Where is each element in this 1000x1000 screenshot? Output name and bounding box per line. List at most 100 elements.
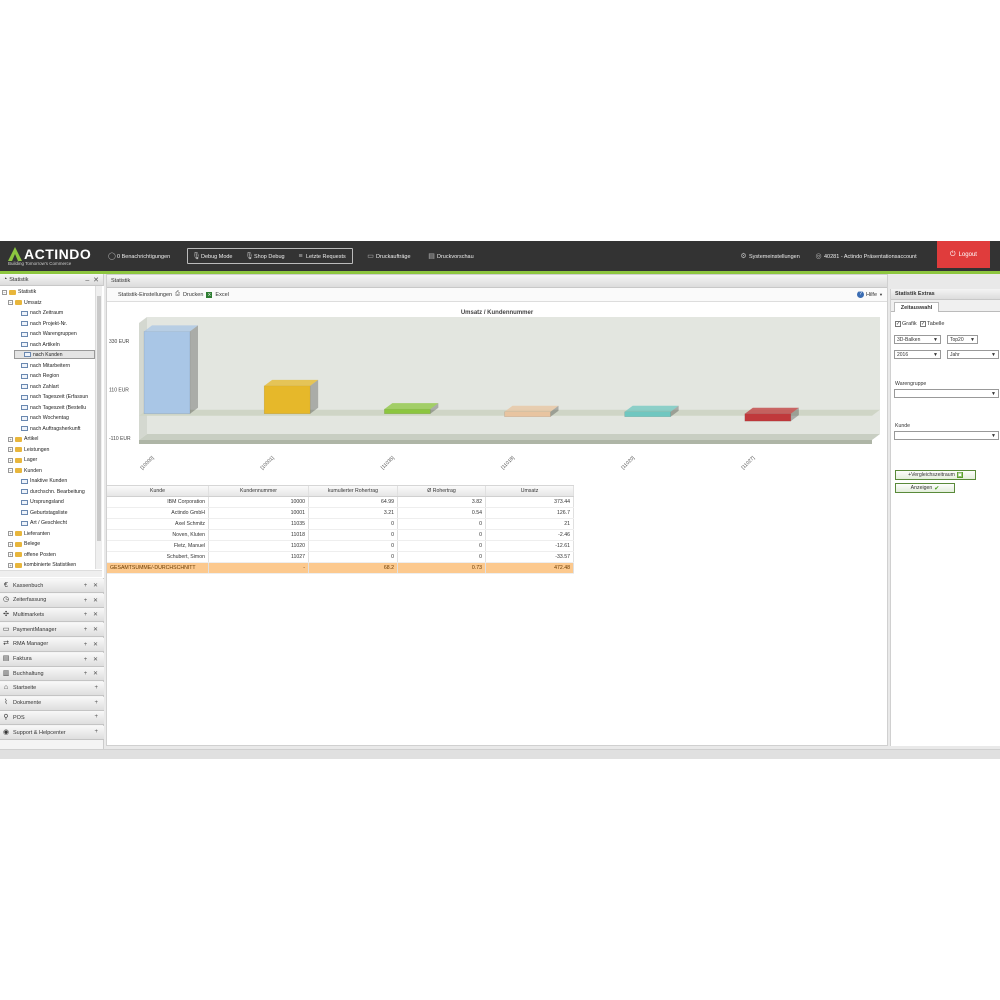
tree-item[interactable]: nach Warengruppen <box>14 329 95 339</box>
tree-item[interactable]: + Belege <box>8 539 95 549</box>
top-n-select[interactable]: Top20 ▼ <box>947 335 978 344</box>
print-preview-button[interactable]: ▤ Druckvorschau <box>428 251 474 262</box>
tab-zeitauswahl[interactable]: Zeitauswahl <box>894 302 939 312</box>
tree-item[interactable]: Art / Geschlecht <box>14 518 95 528</box>
accordion-item-controls[interactable]: + ✕ <box>84 641 100 648</box>
collapse-icon[interactable]: − <box>8 468 13 473</box>
tree-horizontal-scrollbar[interactable] <box>0 570 102 577</box>
statistics-settings-button[interactable]: Statistik-Einstellungen <box>118 292 172 298</box>
accordion-item-controls[interactable]: + ✕ <box>84 597 100 604</box>
tree-item[interactable]: nach Auftragsherkunft <box>14 424 95 434</box>
tree-item[interactable]: Ursprungsland <box>14 497 95 507</box>
table-row[interactable]: Fletz, Manuel 11020 0 0 -12.61 <box>107 541 574 552</box>
folder-icon <box>15 541 22 547</box>
tree-item[interactable]: + kombinierte Statistiken <box>8 560 95 570</box>
expand-icon[interactable]: + <box>8 552 13 557</box>
logout-button[interactable]: ⏻ Logout <box>937 241 990 268</box>
accordion-item[interactable]: € Kassenbuch + ✕ <box>0 579 104 593</box>
tree-item[interactable]: + offene Posten <box>8 550 95 560</box>
tabelle-checkbox[interactable]: ✓ Tabelle <box>920 321 944 327</box>
debug-mode-button[interactable]: 🎙 Debug Mode <box>192 251 233 262</box>
accordion-item-controls[interactable]: + <box>94 685 100 691</box>
tree-item[interactable]: Inaktive Kunden <box>14 476 95 486</box>
tree-item[interactable]: + Lager <box>8 455 95 465</box>
print-jobs-button[interactable]: ▭ Druckaufträge <box>367 251 410 262</box>
accordion-item-controls[interactable]: + ✕ <box>84 656 100 663</box>
accordion-item-controls[interactable]: + ✕ <box>84 670 100 677</box>
expand-icon[interactable]: + <box>8 541 13 547</box>
print-button[interactable]: Drucken <box>183 292 203 298</box>
compare-period-button[interactable]: +Vergleichszeitraum ▣ <box>895 470 976 480</box>
accordion-item[interactable]: ✣ Multimarkets + ✕ <box>0 608 104 623</box>
tree-item[interactable]: nach Mitarbeitern <box>14 361 95 371</box>
accordion-item[interactable]: ▭ PaymentManager + ✕ <box>0 623 104 638</box>
tree-item[interactable]: nach Wochentag <box>14 413 95 423</box>
tree-vertical-scrollbar[interactable] <box>95 286 102 569</box>
column-header[interactable]: Kunde <box>107 486 209 496</box>
kunde-select[interactable]: ▼ <box>894 431 999 440</box>
accordion-item[interactable]: ⌂ Startseite + <box>0 681 104 696</box>
warengruppe-select[interactable]: ▼ <box>894 389 999 398</box>
tree-item[interactable]: nach Artikeln <box>14 340 95 350</box>
expand-icon[interactable]: + <box>8 436 13 442</box>
grafik-checkbox[interactable]: ✓ Grafik <box>895 321 917 327</box>
tree-item[interactable]: + Artikel <box>8 434 95 444</box>
show-button[interactable]: Anzeigen ✔ <box>895 483 955 493</box>
shop-debug-button[interactable]: 🎙 Shop Debug <box>245 251 285 262</box>
column-header[interactable]: Kundennummer <box>209 486 309 496</box>
tree-item[interactable]: Geburtstagsliste <box>14 508 95 518</box>
scrollbar-thumb[interactable] <box>97 296 101 541</box>
tree-item[interactable]: nach Projekt-Nr. <box>14 319 95 329</box>
expand-icon[interactable]: + <box>8 562 13 568</box>
accordion-item-controls[interactable]: + <box>94 700 100 706</box>
year-select[interactable]: 2016 ▼ <box>894 350 941 359</box>
table-row[interactable]: Actindo GmbH 10001 3.21 0.54 126.7 <box>107 508 574 519</box>
expand-icon[interactable]: + <box>8 447 13 452</box>
accordion-item[interactable]: ⚲ POS + <box>0 711 104 726</box>
table-row[interactable]: IBM Corporation 10000 64.99 3.82 373.44 <box>107 497 574 508</box>
system-settings-button[interactable]: ⚙ Systemeinstellungen <box>740 251 799 262</box>
column-header[interactable]: kumulierter Rohertrag <box>309 486 398 496</box>
collapse-icon[interactable]: − <box>8 300 13 305</box>
tree-item[interactable]: nach Tageszeit (Erfassun <box>14 392 95 402</box>
accordion-item-controls[interactable]: + ✕ <box>84 611 100 618</box>
period-select[interactable]: Jahr ▼ <box>947 350 999 359</box>
accordion-item-controls[interactable]: + ✕ <box>84 626 100 633</box>
tree-item[interactable]: + Leistungen <box>8 445 95 455</box>
accordion-item[interactable]: ◷ Zeiterfassung + ✕ <box>0 593 104 608</box>
table-row[interactable]: Noven, Kluten 11018 0 0 -2.46 <box>107 530 574 541</box>
accordion-item[interactable]: ◉ Support & Helpcenter + <box>0 726 104 740</box>
accordion-item[interactable]: ▥ Buchhaltung + ✕ <box>0 667 104 682</box>
table-row[interactable]: Schubert, Simon 11027 0 0 -33.57 <box>107 552 574 563</box>
tree-item[interactable]: nach Zeitraum <box>14 308 95 318</box>
help-button[interactable]: ? Hilfe ▼ <box>857 291 883 298</box>
accordion-item-controls[interactable]: + ✕ <box>84 582 100 589</box>
tree-item[interactable]: nach Zahlart <box>14 382 95 392</box>
left-panel-controls[interactable]: – ✕ <box>85 276 99 284</box>
collapse-icon[interactable]: − <box>2 289 7 295</box>
tree-item[interactable]: − Statistik <box>2 287 95 297</box>
accordion-item[interactable]: ⇄ RMA Manager + ✕ <box>0 637 104 652</box>
accordion-item-controls[interactable]: + <box>94 729 100 735</box>
accordion-item[interactable]: ⌇ Dokumente + <box>0 696 104 711</box>
accordion-item-controls[interactable]: + <box>94 714 100 720</box>
last-requests-button[interactable]: ≡ Letzte Requests <box>297 251 345 262</box>
table-row[interactable]: Axel Schmitz 11035 0 0 21 <box>107 519 574 530</box>
tree-item[interactable]: − Umsatz <box>8 298 95 308</box>
accordion-item[interactable]: ▤ Faktura + ✕ <box>0 652 104 667</box>
tree-item[interactable]: nach Kunden <box>14 350 95 359</box>
excel-button[interactable]: Excel <box>215 292 228 298</box>
tree-item[interactable]: nach Region <box>14 371 95 381</box>
expand-icon[interactable]: + <box>8 531 13 536</box>
actindo-logo[interactable]: ACTINDO Building Tomorrow's Commerce <box>8 246 98 266</box>
tree-item[interactable]: nach Tageszeit (Bestellu <box>14 403 95 413</box>
chart-type-select[interactable]: 3D-Balken ▼ <box>894 335 941 344</box>
tree-item[interactable]: + Lieferanten <box>8 529 95 539</box>
expand-icon[interactable]: + <box>8 457 13 463</box>
tree-item[interactable]: − Kunden <box>8 466 95 476</box>
account-button[interactable]: ◎ 40281 - Actindo Präsentationsaccount <box>815 251 916 262</box>
tree-item[interactable]: durchschn. Bearbeitung <box>14 487 95 497</box>
notifications-button[interactable]: ◯ 0 Benachrichtigungen <box>108 251 170 262</box>
column-header[interactable]: Ø Rohertrag <box>398 486 486 496</box>
column-header[interactable]: Umsatz <box>486 486 574 496</box>
